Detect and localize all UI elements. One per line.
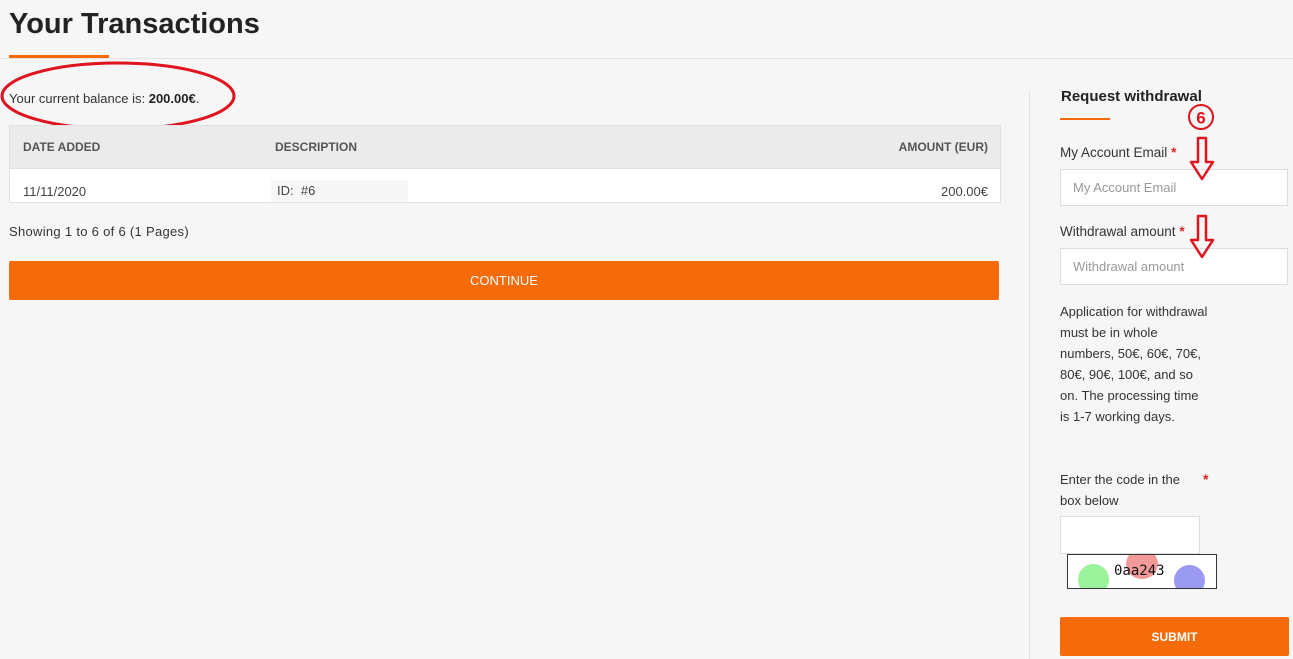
captcha-required-mark: * — [1203, 471, 1209, 487]
amount-label-text: Withdrawal amount — [1060, 224, 1176, 239]
page-title: Your Transactions — [9, 8, 260, 40]
sidebar-divider — [1029, 90, 1030, 659]
column-date-added: DATE ADDED — [23, 140, 101, 154]
withdrawal-title-underline — [1060, 118, 1110, 120]
current-balance: Your current balance is: 200.00€. — [9, 91, 199, 106]
withdrawal-info-text: Application for withdrawal must be in wh… — [1060, 304, 1208, 424]
step-number-text: 6 — [1196, 109, 1205, 128]
balance-suffix: . — [195, 91, 200, 106]
captcha-dot-green — [1078, 564, 1109, 588]
continue-button[interactable]: CONTINUE — [9, 261, 999, 300]
captcha-code: 0aa243 — [1114, 563, 1165, 579]
captcha-label: Enter the code in the box below — [1060, 472, 1180, 508]
amount-label: Withdrawal amount * — [1060, 224, 1185, 239]
balance-prefix: Your current balance is: — [9, 91, 149, 106]
withdrawal-title: Request withdrawal — [1061, 88, 1202, 105]
email-label-text: My Account Email — [1060, 145, 1168, 160]
pagination-summary: Showing 1 to 6 of 6 (1 Pages) — [9, 224, 189, 239]
balance-amount: 200.00€ — [148, 91, 196, 106]
submit-button[interactable]: SUBMIT — [1060, 617, 1289, 656]
table-row: 11/11/2020 ID: #6 200.00€ — [10, 169, 1000, 202]
captcha-dot-blue — [1174, 565, 1205, 588]
captcha-image: 0aa243 — [1067, 554, 1217, 589]
account-email-input[interactable] — [1060, 169, 1288, 206]
email-required-mark: * — [1171, 145, 1177, 160]
column-description: DESCRIPTION — [275, 140, 358, 154]
header-divider — [0, 58, 1293, 59]
captcha-input[interactable] — [1060, 516, 1200, 554]
transactions-table: DATE ADDED DESCRIPTION AMOUNT (EUR) 11/1… — [9, 125, 1001, 203]
row-date: 11/11/2020 — [23, 184, 87, 199]
column-amount: AMOUNT (EUR) — [898, 140, 988, 154]
email-label: My Account Email * — [1060, 145, 1176, 160]
withdrawal-amount-input[interactable] — [1060, 248, 1288, 285]
row-description: ID: #6 — [271, 180, 408, 202]
step-number-annotation: 6 — [1188, 104, 1214, 130]
amount-required-mark: * — [1179, 224, 1185, 239]
table-header: DATE ADDED DESCRIPTION AMOUNT (EUR) — [10, 126, 1000, 169]
row-amount: 200.00€ — [941, 184, 988, 199]
